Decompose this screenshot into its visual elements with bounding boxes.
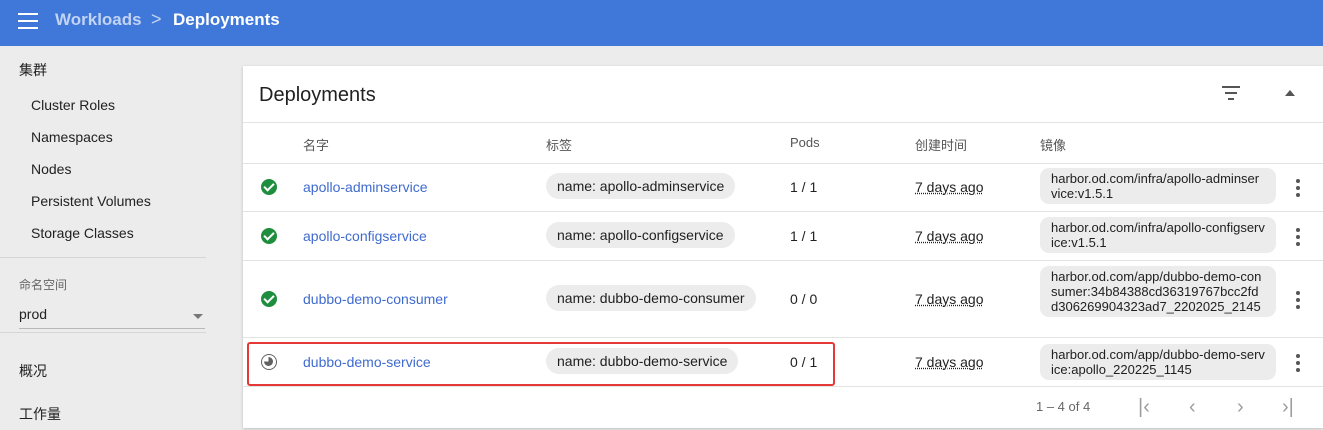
image-chip: harbor.od.com/infra/apollo-adminservice:… bbox=[1040, 168, 1276, 204]
sidebar-item-persistent-volumes[interactable]: Persistent Volumes bbox=[31, 193, 151, 209]
sidebar-item-nodes[interactable]: Nodes bbox=[31, 161, 71, 177]
deployment-name-link[interactable]: dubbo-demo-consumer bbox=[303, 291, 448, 307]
sidebar-item-namespaces[interactable]: Namespaces bbox=[31, 129, 113, 145]
status-ok-icon bbox=[261, 228, 277, 244]
table-row: dubbo-demo-consumer name: dubbo-demo-con… bbox=[243, 261, 1323, 338]
created-time: 7 days ago bbox=[915, 354, 984, 370]
table-row: apollo-adminservice name: apollo-adminse… bbox=[243, 163, 1323, 212]
previous-page-icon[interactable]: ‹ bbox=[1189, 397, 1196, 417]
collapse-icon[interactable] bbox=[1285, 90, 1295, 96]
sidebar-item-cluster-roles[interactable]: Cluster Roles bbox=[31, 97, 115, 113]
pods-count: 1 / 1 bbox=[790, 228, 818, 244]
filter-icon[interactable] bbox=[1220, 86, 1242, 102]
highlight-box bbox=[247, 342, 835, 386]
breadcrumb-workloads[interactable]: Workloads bbox=[55, 10, 142, 30]
more-vert-icon[interactable] bbox=[1296, 291, 1300, 312]
deployment-name-link[interactable]: apollo-configservice bbox=[303, 228, 427, 244]
pagination-range: 1 – 4 of 4 bbox=[1036, 399, 1091, 414]
top-bar: Workloads > Deployments bbox=[0, 0, 1323, 46]
more-vert-icon[interactable] bbox=[1296, 354, 1300, 375]
status-ok-icon bbox=[261, 179, 277, 195]
dropdown-caret-icon bbox=[193, 314, 203, 319]
table-header: 名字 标签 Pods 创建时间 镜像 bbox=[243, 122, 1323, 164]
label-chip: name: apollo-adminservice bbox=[546, 173, 736, 199]
table-row: apollo-configservice name: apollo-config… bbox=[243, 212, 1323, 261]
pods-count: 1 / 1 bbox=[790, 179, 818, 195]
breadcrumb-current: Deployments bbox=[173, 10, 280, 29]
label-chip: name: dubbo-demo-consumer bbox=[546, 285, 756, 311]
breadcrumb-chevron-icon: > bbox=[151, 9, 162, 29]
sidebar-heading-cluster[interactable]: 集群 bbox=[19, 60, 47, 80]
namespace-value: prod bbox=[19, 306, 48, 322]
more-vert-icon[interactable] bbox=[1296, 179, 1300, 200]
sidebar-item-workloads[interactable]: 工作量 bbox=[19, 404, 61, 424]
next-page-icon[interactable]: › bbox=[1237, 397, 1244, 417]
sidebar-item-overview[interactable]: 概况 bbox=[19, 361, 47, 381]
created-time: 7 days ago bbox=[915, 228, 984, 244]
column-header-pods: Pods bbox=[790, 135, 820, 150]
sidebar-divider bbox=[0, 332, 206, 333]
image-chip: harbor.od.com/app/dubbo-demo-consumer:34… bbox=[1040, 266, 1276, 317]
sidebar-divider bbox=[0, 257, 206, 258]
sidebar: 集群 Cluster Roles Namespaces Nodes Persis… bbox=[0, 46, 224, 430]
first-page-icon[interactable]: |‹ bbox=[1138, 397, 1150, 417]
column-header-name[interactable]: 名字 bbox=[303, 135, 329, 154]
image-chip: harbor.od.com/infra/apollo-configservice… bbox=[1040, 217, 1276, 253]
last-page-icon[interactable]: ›| bbox=[1282, 397, 1294, 417]
created-time: 7 days ago bbox=[915, 291, 984, 307]
image-chip: harbor.od.com/app/dubbo-demo-service:apo… bbox=[1040, 344, 1276, 380]
sidebar-item-storage-classes[interactable]: Storage Classes bbox=[31, 225, 134, 241]
column-header-created[interactable]: 创建时间 bbox=[915, 135, 967, 154]
namespace-label: 命名空间 bbox=[19, 278, 68, 292]
pods-count: 0 / 0 bbox=[790, 291, 818, 307]
more-vert-icon[interactable] bbox=[1296, 228, 1300, 249]
column-header-image: 镜像 bbox=[1040, 138, 1067, 153]
label-chip: name: apollo-configservice bbox=[546, 222, 735, 248]
column-header-labels: 标签 bbox=[546, 138, 573, 153]
status-ok-icon bbox=[261, 291, 277, 307]
menu-icon[interactable] bbox=[18, 13, 38, 29]
deployment-name-link[interactable]: apollo-adminservice bbox=[303, 179, 428, 195]
card-title: Deployments bbox=[259, 84, 376, 106]
namespace-select[interactable]: prod bbox=[19, 306, 205, 329]
created-time: 7 days ago bbox=[915, 179, 984, 195]
